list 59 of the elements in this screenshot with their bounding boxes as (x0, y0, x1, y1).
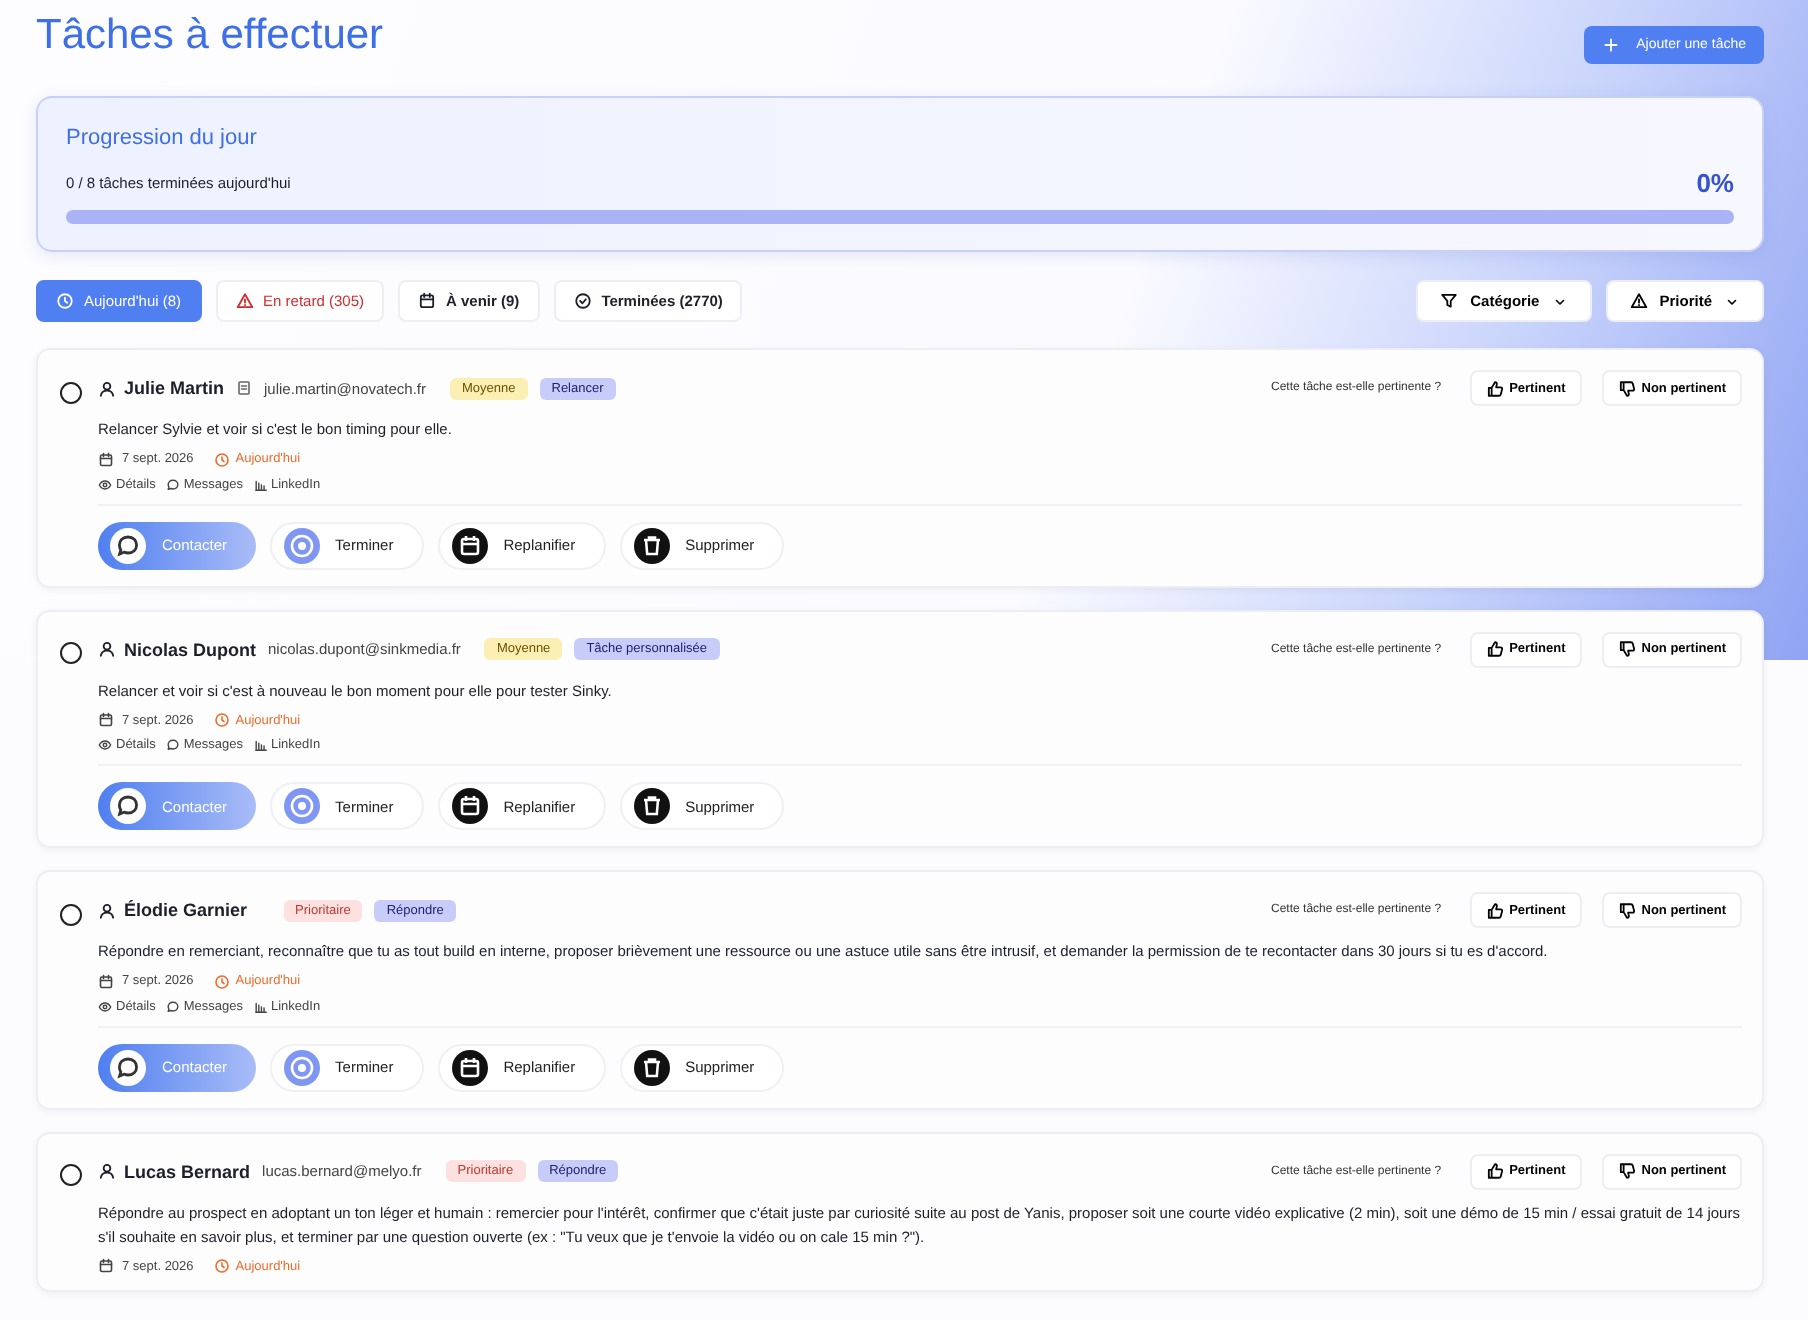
trash-icon (633, 1049, 670, 1086)
progress-percent: 0% (1696, 168, 1734, 198)
target-icon (283, 527, 320, 564)
calendar-icon (98, 973, 114, 990)
person-icon (98, 1162, 116, 1181)
calendar-icon (98, 1258, 114, 1275)
page-title: Tâches à effectuer (36, 12, 384, 60)
warning-icon (1629, 292, 1648, 310)
trash-icon (633, 527, 670, 564)
eye-icon (98, 999, 112, 1014)
clock-icon (213, 1258, 230, 1275)
eye-icon (98, 477, 112, 492)
thumbs-up-icon (1485, 379, 1504, 397)
warning-icon (235, 292, 254, 310)
chart-icon (253, 477, 267, 492)
chat-bubble-icon (110, 527, 146, 564)
task-checkbox[interactable] (60, 642, 82, 665)
eye-icon (98, 738, 112, 753)
thumbs-down-icon (1617, 1162, 1636, 1181)
chart-icon (253, 738, 267, 753)
thumbs-up-icon (1485, 640, 1504, 659)
contact-name: Julie Martin (124, 378, 225, 398)
chat-bubble-icon (165, 738, 180, 753)
task-checkbox[interactable] (60, 381, 82, 403)
thumbs-down-icon (1617, 901, 1636, 920)
task-checkbox[interactable] (60, 903, 82, 926)
target-icon (283, 788, 320, 825)
calendar-icon (451, 1049, 488, 1086)
plus-icon (1602, 36, 1621, 54)
thumbs-up-icon (1485, 1162, 1504, 1181)
person-icon (98, 379, 116, 397)
progress-title: Progression du jour (66, 126, 259, 150)
trash-icon (633, 788, 670, 825)
clock-icon (213, 712, 230, 729)
calendar-icon (418, 292, 436, 310)
chat-bubble-icon (110, 788, 146, 825)
chat-bubble-icon (165, 477, 180, 492)
check-circle-icon (573, 292, 592, 310)
calendar-icon (451, 788, 488, 825)
clock-icon (213, 451, 230, 468)
calendar-icon (98, 712, 114, 729)
calendar-icon (451, 527, 488, 564)
person-icon (98, 640, 116, 659)
chat-bubble-icon (165, 999, 180, 1014)
contact-name: Lucas Bernard (124, 1161, 251, 1182)
chat-bubble-icon (110, 1049, 146, 1086)
thumbs-up-icon (1485, 901, 1504, 920)
clock-icon (213, 973, 230, 990)
contact-name: Élodie Garnier (124, 900, 248, 921)
person-icon (98, 901, 116, 920)
thumbs-down-icon (1617, 640, 1636, 659)
contact-name: Nicolas Dupont (124, 639, 257, 660)
chart-icon (253, 999, 267, 1014)
calendar-icon (98, 451, 114, 468)
thumbs-down-icon (1617, 379, 1636, 397)
target-icon (283, 1049, 320, 1086)
clock-icon (56, 292, 74, 310)
filter-icon (1440, 292, 1459, 310)
task-checkbox[interactable] (60, 1164, 82, 1187)
